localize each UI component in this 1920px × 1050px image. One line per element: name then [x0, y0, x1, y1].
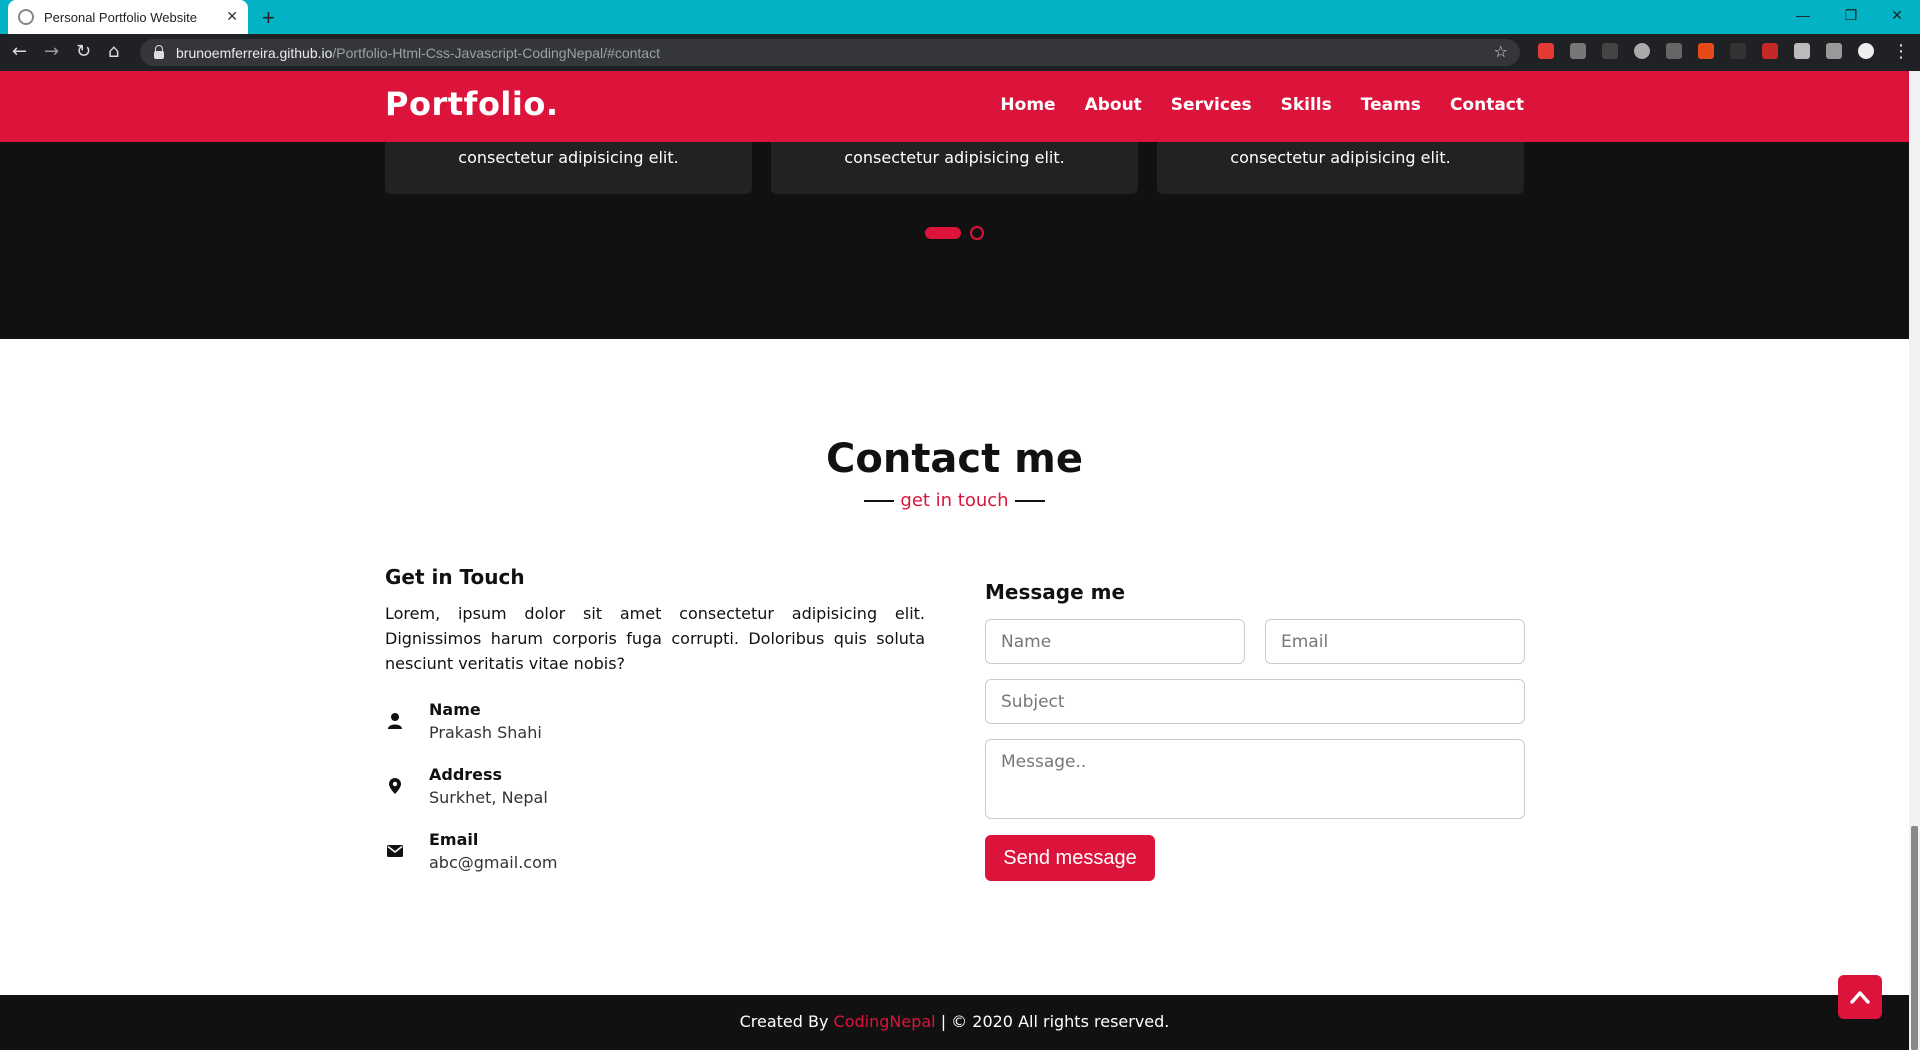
new-tab-button[interactable]: +	[262, 5, 275, 31]
menu-item-services[interactable]: Services	[1171, 95, 1252, 115]
info-label: Name	[429, 700, 481, 719]
globe-icon	[18, 9, 34, 25]
carousel-dot-active[interactable]	[925, 227, 961, 239]
extension-icon[interactable]	[1730, 43, 1746, 59]
browser-tab-strip: Personal Portfolio Website ✕ + — ❐ ✕	[0, 0, 1920, 34]
info-address: Address Surkhet, Nepal	[385, 765, 548, 807]
message-me-heading: Message me	[985, 580, 1126, 604]
extension-icon[interactable]	[1570, 43, 1586, 59]
footer-brand-link[interactable]: CodingNepal	[834, 1012, 936, 1031]
browser-tab[interactable]: Personal Portfolio Website ✕	[8, 0, 248, 34]
tab-close-icon[interactable]: ✕	[226, 9, 238, 25]
info-value: abc@gmail.com	[429, 853, 558, 872]
team-card-text: consectetur adipisicing elit.	[844, 148, 1065, 167]
url-host: brunoemferreira.github.io	[176, 44, 333, 61]
extension-icon[interactable]	[1602, 43, 1618, 59]
divider	[864, 500, 895, 502]
team-card: consectetur adipisicing elit.	[1157, 142, 1524, 194]
subtitle-text: get in touch	[900, 490, 1009, 511]
scroll-to-top-button[interactable]	[1838, 975, 1882, 1019]
url-path: /Portfolio-Html-Css-Javascript-CodingNep…	[332, 44, 660, 61]
site-navbar: Portfolio. Home About Services Skills Te…	[0, 71, 1909, 142]
info-value: Surkhet, Nepal	[429, 788, 548, 807]
extension-icon[interactable]	[1666, 43, 1682, 59]
reload-icon[interactable]: ↻	[76, 41, 91, 63]
team-card-text: consectetur adipisicing elit.	[458, 148, 679, 167]
restore-button[interactable]: ❐	[1828, 0, 1874, 30]
puzzle-icon[interactable]	[1794, 43, 1810, 59]
contact-title: Contact me	[826, 436, 1083, 482]
send-message-button[interactable]: Send message	[985, 835, 1155, 881]
extension-icon[interactable]	[1698, 43, 1714, 59]
react-devtools-icon[interactable]	[1634, 43, 1650, 59]
ads-extension-icon[interactable]	[1762, 43, 1778, 59]
chevron-up-icon	[1850, 991, 1870, 1004]
email-input[interactable]	[1265, 619, 1525, 664]
name-input[interactable]	[985, 619, 1245, 664]
info-name: Name Prakash Shahi	[385, 700, 542, 742]
footer-prefix: Created By	[739, 1012, 834, 1031]
divider	[1014, 500, 1045, 502]
menu-item-teams[interactable]: Teams	[1361, 95, 1421, 115]
info-label: Email	[429, 830, 479, 849]
media-icon[interactable]	[1826, 43, 1842, 59]
subject-input[interactable]	[985, 679, 1525, 724]
get-in-touch-paragraph: Lorem, ipsum dolor sit amet consectetur …	[385, 604, 925, 673]
info-value: Prakash Shahi	[429, 723, 542, 742]
menu-item-skills[interactable]: Skills	[1281, 95, 1332, 115]
contact-subtitle: get in touch	[0, 490, 1909, 511]
url-input[interactable]: brunoemferreira.github.io /Portfolio-Htm…	[140, 39, 1520, 66]
message-textarea[interactable]	[985, 739, 1525, 819]
footer-suffix: | © 2020 All rights reserved.	[935, 1012, 1170, 1031]
envelope-icon	[385, 841, 405, 861]
footer-text: Created By CodingNepal | © 2020 All righ…	[740, 1012, 1170, 1031]
tab-title: Personal Portfolio Website	[44, 9, 197, 25]
team-card-text: consectetur adipisicing elit.	[1230, 148, 1451, 167]
minimize-button[interactable]: —	[1780, 0, 1826, 30]
home-icon[interactable]: ⌂	[108, 41, 119, 63]
info-email: Email abc@gmail.com	[385, 830, 557, 872]
get-in-touch-column: Get in Touch Lorem, ipsum dolor sit amet…	[385, 565, 925, 676]
address-bar: ← → ↻ ⌂ brunoemferreira.github.io /Portf…	[0, 34, 1920, 71]
user-icon	[385, 711, 405, 731]
message-me-column: Message me	[985, 580, 1525, 604]
menu-item-home[interactable]: Home	[1000, 95, 1055, 115]
gmail-extension-icon[interactable]	[1538, 43, 1554, 59]
info-label: Address	[429, 765, 503, 784]
window-close-button[interactable]: ✕	[1874, 0, 1920, 30]
main-menu: Home About Services Skills Teams Contact	[1000, 95, 1524, 115]
site-footer: Created By CodingNepal | © 2020 All righ…	[0, 995, 1909, 1050]
profile-avatar[interactable]	[1858, 43, 1874, 59]
back-icon[interactable]: ←	[12, 41, 27, 63]
lock-icon	[154, 44, 164, 59]
site-logo[interactable]: Portfolio.	[385, 85, 559, 123]
menu-item-contact[interactable]: Contact	[1450, 95, 1524, 115]
map-marker-icon	[385, 776, 405, 796]
team-card: consectetur adipisicing elit.	[385, 142, 752, 194]
get-in-touch-heading: Get in Touch	[385, 565, 525, 589]
team-card: consectetur adipisicing elit.	[771, 142, 1138, 194]
forward-icon[interactable]: →	[44, 41, 59, 63]
carousel-dot[interactable]	[970, 226, 984, 240]
scrollbar-thumb[interactable]	[1911, 826, 1918, 1050]
bookmark-star-icon[interactable]: ☆	[1494, 42, 1508, 61]
kebab-menu-icon[interactable]: ⋮	[1892, 41, 1910, 63]
page-scrollbar[interactable]	[1909, 71, 1920, 1050]
menu-item-about[interactable]: About	[1085, 95, 1142, 115]
